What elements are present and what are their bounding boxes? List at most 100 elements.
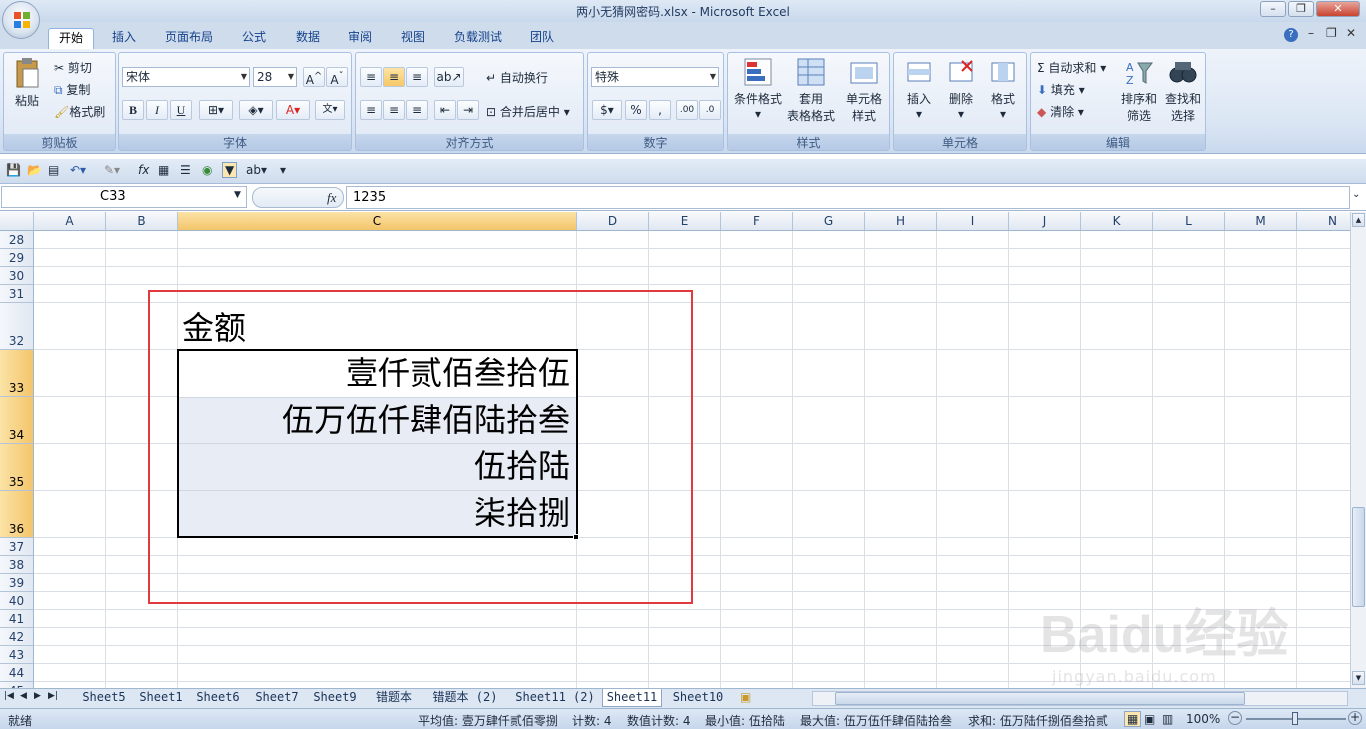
ribbon-restore-icon[interactable]: ❐ [1326, 26, 1337, 40]
row-header-41[interactable]: 41 [0, 610, 34, 628]
fill-color-icon[interactable]: ◈▾ [239, 100, 273, 120]
align-left-icon[interactable]: ≡ [360, 100, 382, 120]
restore-button[interactable]: ❐ [1288, 1, 1314, 17]
percent-button[interactable]: % [625, 100, 647, 120]
row-header-37[interactable]: 37 [0, 538, 34, 556]
fill-button[interactable]: ⬇ 填充 ▾ [1037, 81, 1085, 98]
align-right-icon[interactable]: ≡ [406, 100, 428, 120]
tab-data[interactable]: 数据 [288, 28, 328, 49]
grow-font-button[interactable]: A^ [303, 67, 325, 87]
scroll-thumb[interactable] [1352, 507, 1365, 607]
close-button[interactable]: ✕ [1316, 1, 1360, 17]
horizontal-scrollbar[interactable] [812, 691, 1348, 706]
customize-qat-icon[interactable]: ▾ [280, 163, 286, 177]
sheet-tab[interactable]: 错题本 (2) [424, 689, 506, 707]
scroll-down-icon[interactable]: ▼ [1352, 671, 1365, 685]
help-icon[interactable]: ? [1284, 28, 1298, 42]
cut-button[interactable]: ✂ 剪切 [54, 59, 92, 76]
format-cells-button[interactable]: 格式 ▾ [984, 57, 1022, 121]
globe-icon[interactable]: ◉ [202, 163, 212, 177]
column-header-j[interactable]: J [1009, 212, 1081, 231]
vertical-scrollbar[interactable]: ▲ ▼ [1350, 212, 1366, 688]
insert-sheet-icon[interactable]: ▣ [740, 690, 751, 704]
row-header-43[interactable]: 43 [0, 646, 34, 664]
tab-team[interactable]: 团队 [522, 28, 562, 49]
font-name-select[interactable]: 宋体 ▼ [122, 67, 250, 87]
prev-sheet-icon[interactable]: ◀ [20, 691, 27, 701]
select-all-corner[interactable] [0, 212, 34, 231]
name-box[interactable]: C33 [1, 186, 247, 208]
row-header-31[interactable]: 31 [0, 285, 34, 303]
shrink-font-button[interactable]: Aˇ [326, 67, 348, 87]
font-size-select[interactable]: 28 ▼ [253, 67, 297, 87]
orientation-icon[interactable]: ab↗ [434, 67, 464, 87]
next-sheet-icon[interactable]: ▶ [34, 691, 41, 701]
zoom-level[interactable]: 100% [1186, 712, 1220, 726]
first-sheet-icon[interactable]: |◀ [4, 691, 14, 701]
zoom-out-icon[interactable]: − [1228, 711, 1242, 725]
align-center-icon[interactable]: ≡ [383, 100, 405, 120]
row-header-33[interactable]: 33 [0, 350, 34, 397]
column-header-n[interactable]: N [1297, 212, 1350, 231]
formula-input[interactable]: 1235 [346, 186, 1350, 209]
page-break-view-icon[interactable]: ▥ [1162, 712, 1173, 726]
sheet-tab[interactable]: Sheet6 [192, 689, 244, 707]
format-as-table-button[interactable]: 套用 表格格式 [786, 57, 836, 124]
ribbon-minimize-icon[interactable]: – [1308, 26, 1314, 40]
row-header-35[interactable]: 35 [0, 444, 34, 491]
italic-button[interactable]: I [146, 100, 168, 120]
paste-button[interactable]: 粘贴 [10, 57, 44, 109]
column-header-g[interactable]: G [793, 212, 865, 231]
column-header-d[interactable]: D [577, 212, 649, 231]
tab-review[interactable]: 审阅 [340, 28, 380, 49]
normal-view-icon[interactable]: ▦ [1124, 711, 1142, 727]
format-painter-button[interactable]: 🖌格式刷 [54, 103, 105, 120]
form-icon[interactable]: ☰ [180, 163, 191, 177]
name-box-dropdown-icon[interactable]: ▼ [234, 190, 241, 200]
column-header-h[interactable]: H [865, 212, 937, 231]
insert-function-icon[interactable]: fx [327, 190, 336, 206]
column-header-l[interactable]: L [1153, 212, 1225, 231]
conditional-format-button[interactable]: 条件格式 ▾ [732, 57, 784, 121]
decrease-decimal-icon[interactable]: .0 [699, 100, 721, 120]
column-header-m[interactable]: M [1225, 212, 1297, 231]
sheet-tab[interactable]: Sheet9 [308, 689, 362, 707]
sort-filter-button[interactable]: AZ 排序和 筛选 [1119, 57, 1159, 124]
underline-button[interactable]: U [170, 100, 192, 120]
office-button[interactable] [2, 1, 40, 39]
comma-button[interactable]: , [649, 100, 671, 120]
zoom-slider-thumb[interactable] [1292, 712, 1298, 725]
open-icon[interactable]: 📂 [27, 163, 42, 177]
row-header-44[interactable]: 44 [0, 664, 34, 682]
sheet-tab[interactable]: Sheet7 [250, 689, 304, 707]
row-header-28[interactable]: 28 [0, 231, 34, 249]
row-header-29[interactable]: 29 [0, 249, 34, 267]
row-header-40[interactable]: 40 [0, 592, 34, 610]
sheet-tab[interactable]: Sheet5 [74, 689, 134, 707]
function-icon[interactable]: fx [138, 163, 149, 177]
sheet-tab[interactable]: 错题本 [366, 689, 422, 707]
column-header-b[interactable]: B [106, 212, 178, 231]
undo-icon[interactable]: ↶▾ [70, 163, 86, 177]
tab-home[interactable]: 开始 [48, 28, 94, 49]
tab-insert[interactable]: 插入 [104, 28, 144, 49]
align-top-icon[interactable]: ≡ [360, 67, 382, 87]
orientation-qat-icon[interactable]: ab▾ [246, 163, 267, 177]
row-header-39[interactable]: 39 [0, 574, 34, 592]
sheet-tab[interactable]: Sheet11 (2) [510, 689, 600, 707]
autosum-button[interactable]: Σ 自动求和 ▾ [1037, 59, 1106, 76]
column-header-f[interactable]: F [721, 212, 793, 231]
print-preview-icon[interactable]: ▤ [48, 163, 59, 177]
column-header-a[interactable]: A [34, 212, 106, 231]
align-middle-icon[interactable]: ≡ [383, 67, 405, 87]
filter-icon[interactable]: ▼ [222, 162, 238, 178]
decrease-indent-icon[interactable]: ⇤ [434, 100, 456, 120]
bold-button[interactable]: B [122, 100, 144, 120]
last-sheet-icon[interactable]: ▶| [48, 691, 58, 701]
save-icon[interactable]: 💾 [6, 163, 21, 177]
tab-page-layout[interactable]: 页面布局 [158, 28, 220, 49]
redo-icon[interactable]: ✎▾ [104, 163, 120, 177]
copy-button[interactable]: ⧉ 复制 [54, 81, 90, 98]
column-header-c[interactable]: C [178, 212, 577, 231]
tab-formulas[interactable]: 公式 [234, 28, 274, 49]
